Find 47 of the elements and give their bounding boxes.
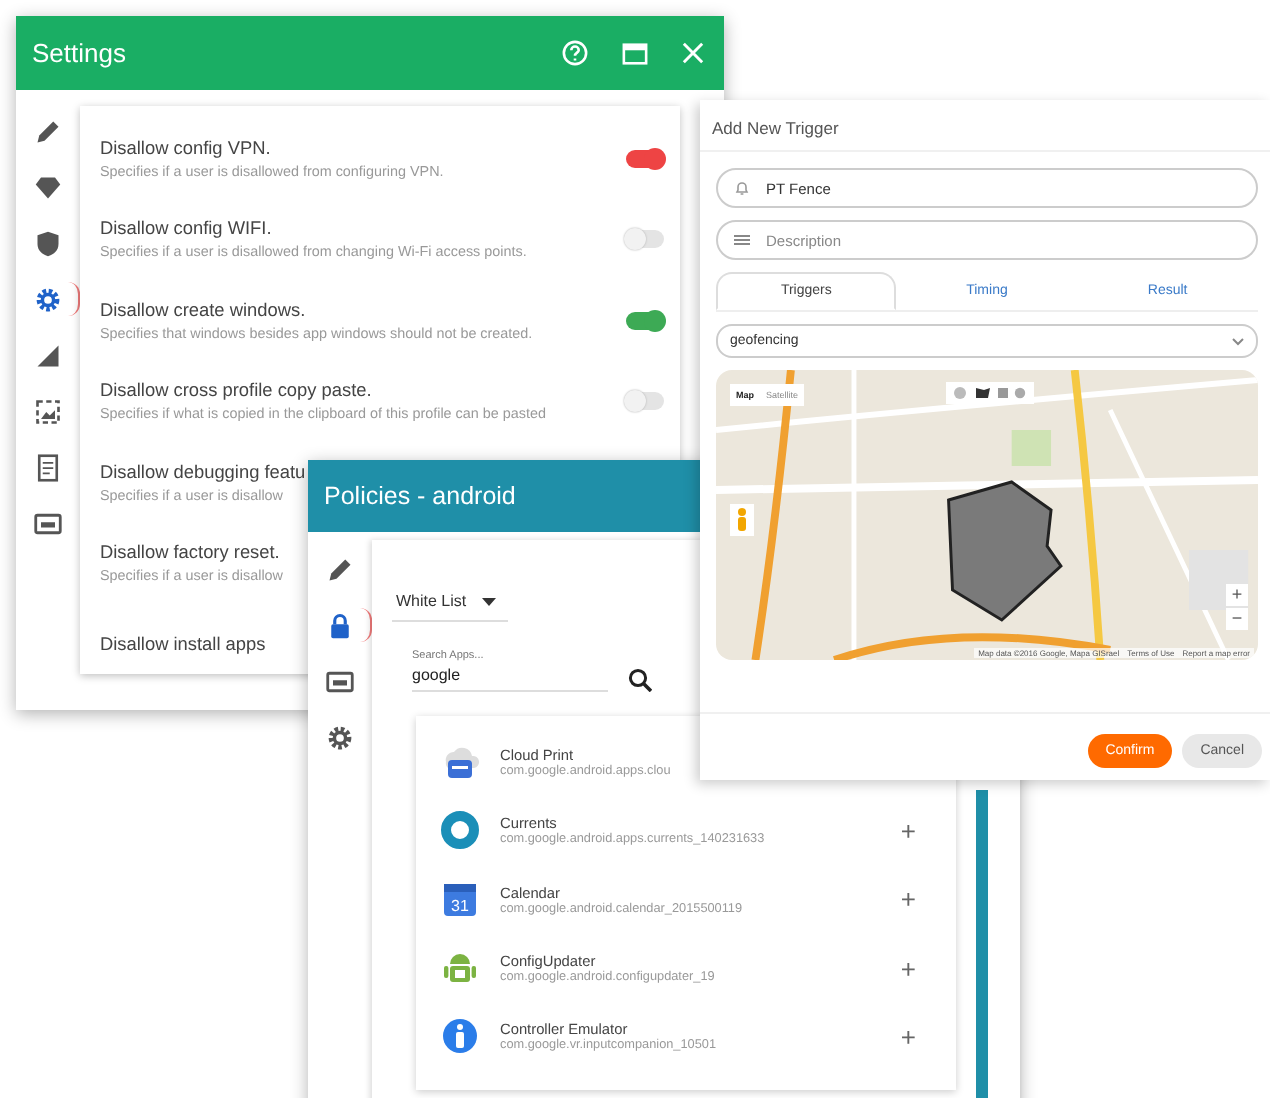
toggle-switch[interactable] bbox=[626, 311, 664, 330]
search-icon[interactable] bbox=[628, 668, 652, 692]
info-icon bbox=[440, 1016, 480, 1057]
setting-title: Disallow config WIFI. bbox=[100, 218, 272, 239]
setting-title: Disallow install apps bbox=[100, 634, 266, 655]
toggle-switch[interactable] bbox=[626, 230, 664, 249]
pencil-icon[interactable] bbox=[325, 555, 353, 583]
picture-icon[interactable] bbox=[33, 397, 61, 425]
add-button[interactable]: + bbox=[900, 1023, 916, 1050]
add-button[interactable]: + bbox=[900, 886, 916, 913]
bell-icon bbox=[734, 180, 750, 196]
signal-icon[interactable] bbox=[33, 341, 61, 369]
list-type-dropdown[interactable]: White List bbox=[392, 592, 509, 622]
drawing-tools-toolbar[interactable] bbox=[946, 382, 1034, 404]
setting-title: Disallow create windows. bbox=[100, 299, 306, 320]
calendar-icon: 31 bbox=[440, 879, 480, 920]
close-icon[interactable] bbox=[682, 42, 704, 64]
scrollbar[interactable] bbox=[976, 790, 988, 1098]
lines-icon bbox=[734, 234, 750, 246]
maximize-icon[interactable] bbox=[622, 41, 648, 65]
help-icon[interactable] bbox=[562, 40, 588, 66]
setting-title: Disallow cross profile copy paste. bbox=[100, 380, 372, 401]
dialog-title: Add New Trigger bbox=[700, 100, 1270, 152]
diamond-icon[interactable] bbox=[33, 173, 61, 201]
toggle-switch[interactable] bbox=[626, 392, 664, 411]
add-button[interactable]: + bbox=[900, 817, 916, 844]
document-icon[interactable] bbox=[33, 453, 61, 481]
card-icon[interactable] bbox=[33, 509, 61, 537]
zoom-in-button[interactable]: + bbox=[1226, 584, 1248, 606]
gear-icon[interactable] bbox=[325, 723, 353, 751]
setting-title: Disallow debugging featu bbox=[100, 461, 306, 482]
ring-icon bbox=[440, 810, 480, 851]
setting-title: Disallow config VPN. bbox=[100, 137, 271, 158]
window-title: Policies - android bbox=[324, 482, 516, 510]
chevron-icon bbox=[1232, 337, 1244, 345]
gear-icon[interactable] bbox=[33, 285, 61, 313]
cloud-icon bbox=[440, 742, 480, 783]
pencil-icon[interactable] bbox=[33, 117, 61, 145]
shield-icon[interactable] bbox=[33, 229, 61, 257]
zoom-out-button[interactable]: − bbox=[1226, 608, 1248, 630]
add-button[interactable]: + bbox=[900, 955, 916, 982]
caret-icon bbox=[482, 597, 497, 605]
setting-title: Disallow factory reset. bbox=[100, 542, 280, 563]
lock-icon[interactable] bbox=[325, 611, 353, 639]
card-icon[interactable] bbox=[325, 667, 353, 695]
window-title: Settings bbox=[32, 38, 126, 68]
toggle-switch[interactable] bbox=[626, 149, 664, 168]
